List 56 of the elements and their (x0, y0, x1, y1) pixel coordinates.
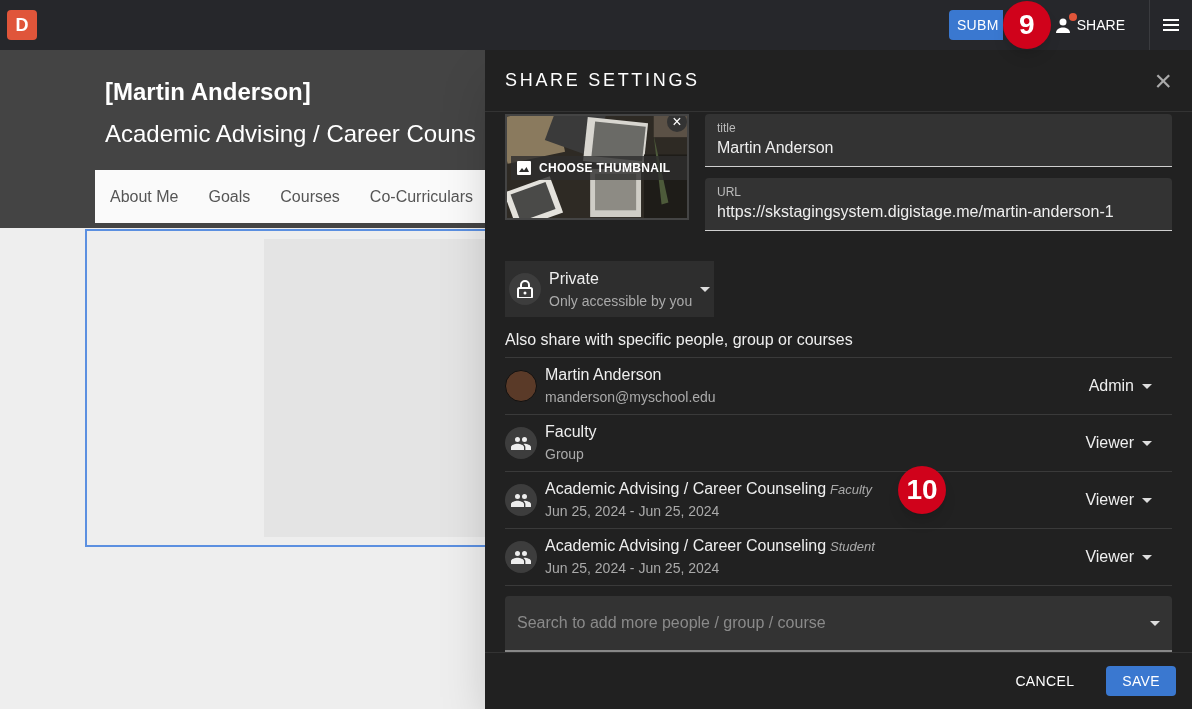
member-name: Academic Advising / Career Counseling (545, 535, 827, 556)
avatar (505, 370, 537, 402)
role-dropdown[interactable]: Viewer (1085, 545, 1152, 569)
role-dropdown[interactable]: Viewer (1085, 488, 1152, 512)
caret-icon (1142, 554, 1152, 560)
share-heading: Also share with specific people, group or courses (505, 330, 854, 350)
save-button[interactable]: SAVE (1106, 666, 1176, 696)
member-name: Academic Advising / Career Counseling (545, 478, 827, 499)
nav-link[interactable]: Co-Curriculars (369, 184, 473, 209)
dropdown-caret-icon (1150, 620, 1160, 626)
search-field[interactable]: Search to add more people / group / course (517, 611, 1150, 635)
choose-thumbnail-button[interactable]: CHOOSE THUMBNAIL (511, 156, 687, 180)
page-title: [Martin Anderson] (105, 77, 312, 107)
member-detail: manderson@myschool.edu (545, 388, 717, 407)
share-button[interactable]: SHARE (1054, 14, 1125, 36)
close-button[interactable]: × (1154, 65, 1172, 96)
remove-thumbnail-button[interactable]: × (667, 116, 687, 132)
nav-link[interactable]: Courses (280, 184, 340, 209)
member-detail: Jun 25, 2024 - Jun 25, 2024 (545, 502, 721, 522)
person-icon (1054, 17, 1071, 33)
role-dropdown[interactable]: Admin (1088, 374, 1152, 398)
nav-link[interactable]: Goals (208, 184, 251, 209)
thumbnail-chooser[interactable]: CHOOSE THUMBNAIL × (505, 114, 689, 220)
member-name: Faculty (545, 422, 597, 442)
text-input[interactable]: https://skstagingsystem.digistage.me/martin-anderson-1 (717, 200, 1160, 224)
app-logo[interactable]: D (7, 10, 37, 40)
search-box[interactable]: Search to add more people / group / course (505, 596, 1172, 652)
field-label: title (717, 120, 737, 136)
member-detail: Group (545, 445, 585, 464)
member-tag: Faculty (830, 479, 872, 500)
cancel-button[interactable]: CANCEL (999, 666, 1091, 696)
member-name: Martin Anderson (545, 365, 662, 385)
group-icon (511, 493, 531, 507)
text-field[interactable]: URL https://skstagingsystem.digistage.me/martin-anderson-1 (705, 178, 1172, 231)
group-icon (511, 550, 531, 564)
caret-icon (1142, 440, 1152, 446)
panel-title: SHARE SETTINGS (505, 69, 701, 92)
visibility-label: Private (549, 268, 600, 289)
member-tag: Student (830, 536, 875, 557)
callout-badge: 9 (1002, 1, 1051, 49)
visibility-dropdown[interactable]: Private Only accessible by you (505, 261, 714, 317)
text-input[interactable]: Martin Anderson (717, 136, 1160, 160)
role-dropdown[interactable]: Viewer (1085, 431, 1152, 455)
member-detail: Jun 25, 2024 - Jun 25, 2024 (545, 559, 721, 579)
image-icon (517, 161, 531, 175)
group-icon (511, 436, 531, 450)
caret-icon (1142, 383, 1152, 389)
page-subtitle: Academic Advising / Career Couns (105, 119, 477, 149)
nav-link[interactable]: About Me (110, 184, 179, 209)
field-label: URL (717, 184, 742, 200)
caret-icon (700, 286, 711, 292)
submit-button[interactable]: SUBM (948, 10, 1003, 40)
lock-icon (517, 280, 533, 298)
visibility-description: Only accessible by you (549, 291, 693, 311)
caret-icon (1142, 497, 1152, 503)
text-field[interactable]: title Martin Anderson (705, 114, 1172, 167)
